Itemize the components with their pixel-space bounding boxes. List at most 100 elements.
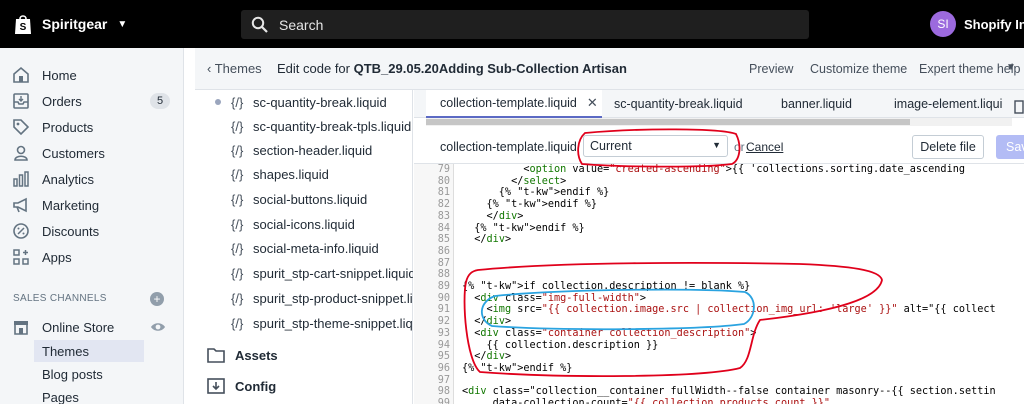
tab-sc-quantity-break[interactable]: sc-quantity-break.liquid [614, 90, 764, 118]
search-input[interactable]: Search [241, 10, 809, 39]
back-to-themes-link[interactable]: ‹ Themes [207, 61, 262, 76]
code-text: <div class="container collection_descrip… [462, 327, 757, 339]
folder-assets[interactable]: Assets [207, 343, 407, 367]
liquid-file-icon: {/} [231, 290, 244, 306]
sidebar-item-label: Online Store [42, 319, 115, 335]
folder-label: Config [235, 378, 277, 394]
sidebar-item-marketing[interactable]: Marketing [0, 192, 184, 218]
version-select[interactable]: Current ▼ [583, 135, 728, 157]
store-name: Spiritgear [42, 16, 108, 32]
code-text: </div> [462, 234, 512, 246]
eye-icon[interactable] [150, 319, 166, 338]
editor-toolbar: collection-template.liquid Current ▼ or … [414, 128, 1024, 164]
liquid-file-icon: {/} [231, 240, 244, 256]
editor-tabs: collection-template.liquid ✕ sc-quantity… [414, 90, 1024, 118]
file-name: sc-quantity-break.liquid [253, 94, 387, 110]
user-menu[interactable]: SI Shopify Inst [930, 11, 1024, 37]
preview-button[interactable]: Preview [749, 62, 793, 76]
liquid-file-icon: {/} [231, 315, 244, 331]
line-number: 96 [437, 362, 450, 374]
tab-image-element[interactable]: image-element.liqui [894, 90, 1004, 118]
version-select-value: Current [590, 139, 632, 153]
cancel-link[interactable]: Cancel [746, 140, 783, 154]
chevron-down-icon[interactable]: ▼ [1006, 62, 1016, 73]
back-label: Themes [214, 61, 262, 76]
file-item[interactable]: {/} social-buttons.liquid [195, 187, 413, 211]
sidebar-item-orders[interactable]: Orders 5 [0, 88, 184, 114]
line-number: 97 [437, 374, 450, 386]
search-icon [251, 16, 269, 34]
code-text: <option value="created-ascending">{{ 'co… [462, 164, 965, 175]
tab-banner[interactable]: banner.liquid [781, 90, 871, 118]
sidebar-item-discounts[interactable]: Discounts [0, 218, 184, 244]
line-number: 88 [437, 269, 450, 281]
person-icon [12, 144, 30, 162]
file-item[interactable]: {/} section-header.liquid [195, 138, 413, 162]
tabs-scrollbar[interactable] [426, 118, 1012, 126]
customize-theme-button[interactable]: Customize theme [810, 62, 907, 76]
sidebar-subitem-themes[interactable]: Themes [34, 340, 144, 362]
file-name: social-icons.liquid [253, 216, 355, 232]
code-text: {% "t-kw">if collection.description != b… [462, 281, 751, 292]
line-number: 89 [437, 281, 450, 292]
liquid-file-icon: {/} [231, 142, 244, 158]
file-name: section-header.liquid [253, 142, 373, 158]
sidebar-item-label: Home [42, 67, 77, 83]
delete-file-button[interactable]: Delete file [912, 135, 984, 159]
scrollbar-thumb[interactable] [426, 119, 910, 125]
file-item[interactable]: {/} social-icons.liquid [195, 212, 413, 236]
folder-config[interactable]: Config [207, 374, 407, 398]
current-file-dot-icon [215, 99, 221, 105]
tab-label: banner.liquid [781, 97, 852, 111]
sidebar-subitem-blog-posts[interactable]: Blog posts [34, 363, 144, 385]
file-item[interactable]: {/} spurit_stp-product-snippet.liquid [195, 286, 413, 310]
file-item[interactable]: {/} sc-quantity-break.liquid [195, 90, 413, 114]
liquid-file-icon: {/} [231, 265, 244, 281]
shopify-bag-icon: S [12, 12, 34, 36]
tabs-scroll-right-icon[interactable] [1014, 100, 1024, 114]
file-item[interactable]: {/} spurit_stp-cart-snippet.liquid [195, 261, 413, 285]
sidebar-item-analytics[interactable]: Analytics [0, 166, 184, 192]
file-item[interactable]: {/} sc-quantity-break-tpls.liquid [195, 114, 413, 138]
tab-collection-template[interactable]: collection-template.liquid ✕ [426, 90, 602, 118]
folder-icon [207, 347, 225, 363]
sidebar-item-label: Discounts [42, 223, 100, 239]
sidebar-item-label: Products [42, 119, 94, 135]
line-number: 94 [437, 339, 450, 351]
or-text: or [734, 140, 745, 154]
sidebar-item-label: Customers [42, 145, 105, 161]
line-number: 82 [437, 199, 450, 211]
save-button[interactable]: Save [996, 135, 1024, 159]
file-item[interactable]: {/} shapes.liquid [195, 162, 413, 186]
close-icon[interactable]: ✕ [587, 95, 598, 111]
search-placeholder: Search [279, 16, 324, 33]
sidebar-item-label: Apps [42, 249, 72, 265]
sidebar-item-apps[interactable]: Apps [0, 244, 184, 270]
sidebar-item-online-store[interactable]: Online Store [0, 314, 184, 340]
title-prefix: Edit code for [277, 61, 354, 76]
file-name: spurit_stp-theme-snippet.liquid [253, 315, 413, 331]
home-icon [12, 66, 30, 84]
user-name: Shopify Inst [964, 16, 1024, 32]
line-number: 90 [437, 292, 450, 304]
line-number: 99 [437, 398, 450, 404]
code-text: {% "t-kw">endif %} [462, 187, 610, 199]
liquid-file-icon: {/} [231, 191, 244, 207]
code-text: </select> [462, 175, 567, 187]
megaphone-icon [12, 196, 30, 214]
file-name: social-meta-info.liquid [253, 240, 379, 256]
sidebar-subitem-pages[interactable]: Pages [34, 386, 144, 404]
line-number: 85 [437, 234, 450, 246]
file-item[interactable]: {/} spurit_stp-theme-snippet.liquid [195, 311, 413, 335]
sidebar-item-customers[interactable]: Customers [0, 140, 184, 166]
store-switcher[interactable]: S Spiritgear ▼ [0, 12, 230, 36]
code-text: </div> [462, 210, 524, 222]
tab-label: sc-quantity-break.liquid [614, 97, 743, 111]
code-editor[interactable]: 79 <option value="created-ascending">{{ … [414, 164, 1024, 404]
file-item[interactable]: {/} social-meta-info.liquid [195, 236, 413, 260]
add-sales-channel-button[interactable]: + [150, 292, 164, 306]
line-number: 79 [437, 164, 450, 175]
sidebar-item-home[interactable]: Home [0, 62, 184, 88]
sidebar-item-products[interactable]: Products [0, 114, 184, 140]
sidebar-item-label: Orders [42, 93, 82, 109]
